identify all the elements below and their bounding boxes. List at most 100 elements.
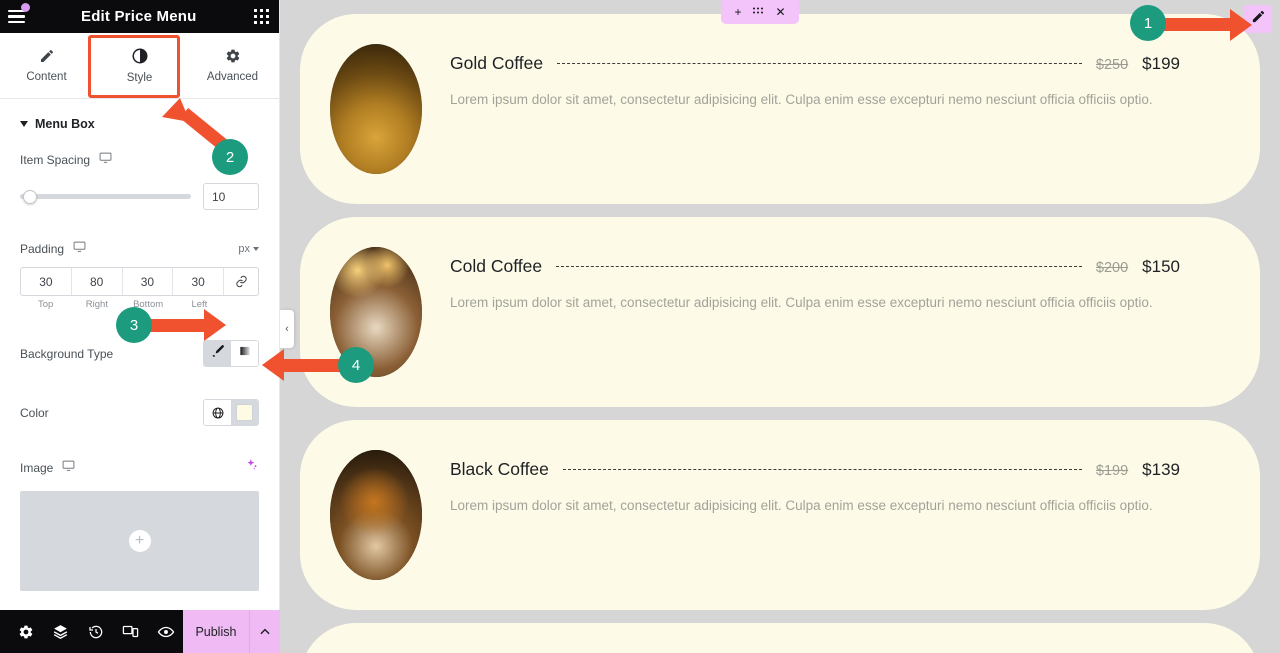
price-menu-list: Gold Coffee $250 $199 Lorem ipsum dolor … bbox=[280, 0, 1280, 653]
menu-item-old-price: $200 bbox=[1095, 260, 1129, 276]
chevron-down-icon bbox=[253, 247, 259, 251]
control-padding: Padding px 30 80 30 30 Top Right Bottom … bbox=[0, 210, 279, 310]
history-icon[interactable] bbox=[78, 610, 113, 653]
chevron-left-icon: ‹ bbox=[285, 322, 289, 335]
gradient-icon bbox=[238, 344, 252, 363]
elementor-editor: Edit Price Menu Content Style Advanced M… bbox=[0, 0, 1280, 653]
chevron-up-icon[interactable] bbox=[248, 610, 280, 653]
padding-right-input[interactable]: 80 bbox=[72, 268, 123, 295]
settings-gear-icon[interactable] bbox=[8, 610, 43, 653]
section-title: Menu Box bbox=[35, 117, 95, 131]
hamburger-icon[interactable] bbox=[8, 2, 30, 27]
preview-eye-icon[interactable] bbox=[148, 610, 183, 653]
padding-unit-value: px bbox=[238, 243, 250, 255]
apps-grid-icon[interactable] bbox=[253, 8, 269, 25]
control-background-image: Image + bbox=[0, 426, 279, 591]
drag-handle-icon[interactable] bbox=[752, 5, 764, 19]
navigator-layers-icon[interactable] bbox=[43, 610, 78, 653]
dotted-leader bbox=[557, 63, 1082, 64]
pencil-icon bbox=[1251, 9, 1266, 29]
padding-unit-select[interactable]: px bbox=[238, 243, 259, 255]
slider-knob[interactable] bbox=[23, 189, 37, 204]
menu-item-title: Cold Coffee bbox=[450, 256, 543, 276]
control-background-color: Color bbox=[0, 367, 279, 426]
menu-item-body: Gold Coffee $250 $199 Lorem ipsum dolor … bbox=[450, 44, 1180, 111]
editor-bottom-bar: Publish bbox=[0, 610, 280, 653]
gold-coffee-thumbnail bbox=[330, 44, 422, 174]
color-label: Color bbox=[20, 405, 49, 420]
menu-item-title: Black Coffee bbox=[450, 459, 549, 479]
close-icon[interactable]: ✕ bbox=[775, 6, 785, 18]
publish-button[interactable]: Publish bbox=[183, 610, 249, 653]
responsive-devices-icon[interactable] bbox=[113, 610, 148, 653]
image-label: Image bbox=[20, 460, 54, 475]
control-background-type: Background Type bbox=[0, 310, 279, 367]
background-type-toggle-group bbox=[203, 340, 259, 367]
panel-collapse-handle[interactable]: ‹ bbox=[280, 310, 294, 348]
cold-coffee-thumbnail bbox=[330, 247, 422, 377]
color-swatch-preview bbox=[236, 404, 253, 421]
panel-tabs: Content Style Advanced bbox=[0, 33, 279, 99]
menu-item-row[interactable]: Black Coffee $199 $139 Lorem ipsum dolor… bbox=[300, 420, 1260, 610]
menu-item-row[interactable]: Iced Latte $250 $199 Lorem ipsum dolor s… bbox=[300, 623, 1260, 653]
black-coffee-thumbnail bbox=[330, 450, 422, 580]
padding-bottom-input[interactable]: 30 bbox=[123, 268, 174, 295]
desktop-icon[interactable] bbox=[73, 240, 86, 258]
tab-style-label: Style bbox=[126, 72, 153, 84]
menu-item-description: Lorem ipsum dolor sit amet, consectetur … bbox=[450, 498, 1153, 513]
padding-side-labels: Top Right Bottom Left bbox=[20, 299, 259, 310]
padding-label-spacer bbox=[225, 299, 259, 310]
widget-toolbar: + ✕ bbox=[721, 0, 799, 24]
padding-label: Padding bbox=[20, 242, 65, 256]
padding-left-input[interactable]: 30 bbox=[173, 268, 224, 295]
link-icon[interactable] bbox=[224, 268, 258, 295]
editor-sidebar-panel: Edit Price Menu Content Style Advanced M… bbox=[0, 0, 280, 653]
menu-item-price: $150 bbox=[1142, 257, 1180, 276]
dotted-leader bbox=[556, 266, 1082, 267]
plus-icon[interactable]: + bbox=[734, 6, 741, 18]
brush-icon bbox=[211, 344, 225, 363]
notification-dot bbox=[21, 2, 30, 12]
menu-item-old-price: $250 bbox=[1095, 57, 1129, 73]
desktop-icon[interactable] bbox=[62, 459, 75, 477]
desktop-icon[interactable] bbox=[99, 151, 112, 169]
menu-item-title: Gold Coffee bbox=[450, 53, 544, 73]
menu-item-description: Lorem ipsum dolor sit amet, consectetur … bbox=[450, 295, 1153, 310]
menu-item-price: $199 bbox=[1142, 54, 1180, 73]
section-menu-box-header[interactable]: Menu Box bbox=[0, 99, 279, 141]
color-swatch[interactable] bbox=[231, 400, 258, 425]
item-spacing-input[interactable]: 10 bbox=[203, 183, 259, 210]
padding-label-bottom: Bottom bbox=[133, 299, 164, 310]
control-item-spacing: Item Spacing 10 bbox=[0, 141, 279, 210]
contrast-icon bbox=[131, 47, 149, 65]
sparkle-icon[interactable] bbox=[245, 458, 259, 477]
tab-content[interactable]: Content bbox=[0, 33, 93, 98]
dotted-leader bbox=[562, 469, 1082, 470]
tab-advanced[interactable]: Advanced bbox=[186, 33, 279, 98]
image-upload-area[interactable]: + bbox=[20, 491, 259, 591]
background-type-classic-button[interactable] bbox=[204, 341, 231, 366]
editor-canvas: ‹ + ✕ Gold Coffee $250 $199 Lorem ipsum … bbox=[280, 0, 1280, 653]
tab-style[interactable]: Style bbox=[93, 33, 186, 98]
background-type-label: Background Type bbox=[20, 346, 114, 361]
widget-edit-button[interactable] bbox=[1244, 5, 1272, 33]
item-spacing-label: Item Spacing bbox=[20, 153, 91, 167]
tab-advanced-label: Advanced bbox=[206, 71, 259, 83]
padding-label-left: Left bbox=[191, 299, 208, 310]
menu-item-price: $139 bbox=[1142, 460, 1180, 479]
tab-content-label: Content bbox=[26, 71, 67, 83]
plus-icon: + bbox=[128, 530, 151, 552]
item-spacing-slider[interactable] bbox=[20, 189, 191, 204]
menu-item-old-price: $199 bbox=[1095, 463, 1129, 479]
padding-inputs: 30 80 30 30 bbox=[20, 267, 259, 296]
gear-icon bbox=[225, 48, 241, 64]
padding-top-input[interactable]: 30 bbox=[21, 268, 72, 295]
menu-item-row[interactable]: Cold Coffee $200 $150 Lorem ipsum dolor … bbox=[300, 217, 1260, 407]
pencil-icon bbox=[39, 48, 55, 64]
menu-item-description: Lorem ipsum dolor sit amet, consectetur … bbox=[450, 92, 1153, 107]
color-controls bbox=[203, 399, 259, 426]
menu-item-row[interactable]: Gold Coffee $250 $199 Lorem ipsum dolor … bbox=[300, 14, 1260, 204]
padding-label-right: Right bbox=[85, 299, 108, 310]
background-type-gradient-button[interactable] bbox=[231, 341, 258, 366]
globe-icon[interactable] bbox=[204, 400, 231, 425]
